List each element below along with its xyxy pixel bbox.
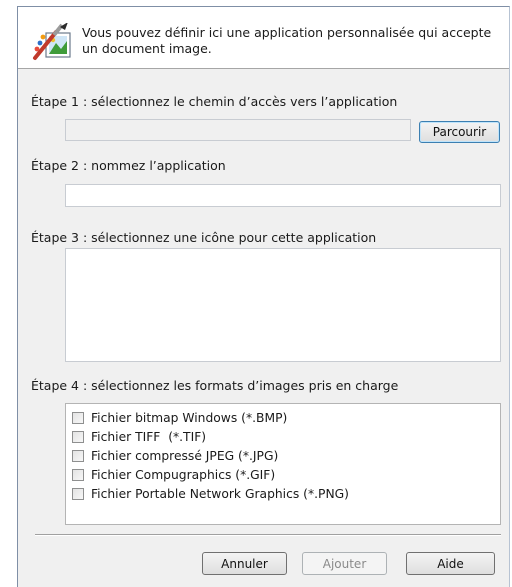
application-path-input: [66, 120, 410, 140]
format-checkbox[interactable]: [72, 411, 84, 424]
format-label: Fichier bitmap Windows (*.BMP): [91, 410, 288, 425]
format-item-gif[interactable]: Fichier Compugraphics (*.GIF): [66, 465, 500, 484]
format-checkbox[interactable]: [72, 487, 84, 500]
icon-selection-list[interactable]: [65, 248, 501, 362]
format-label: Fichier Portable Network Graphics (*.PNG…: [91, 486, 349, 501]
application-path-field: [65, 119, 411, 141]
dialog-window: Vous pouvez définir ici une application …: [17, 6, 510, 587]
application-name-field[interactable]: [65, 184, 501, 207]
format-checkbox[interactable]: [72, 449, 84, 462]
paint-brush-app-icon: [32, 22, 72, 61]
cancel-button[interactable]: Annuler: [202, 552, 287, 575]
help-button[interactable]: Aide: [406, 552, 495, 575]
format-label: Fichier Compugraphics (*.GIF): [91, 467, 276, 482]
format-checkbox[interactable]: [72, 430, 84, 443]
format-item-tif[interactable]: Fichier TIFF (*.TIF): [66, 427, 500, 446]
header-description: Vous pouvez définir ici une application …: [82, 25, 492, 56]
format-item-jpg[interactable]: Fichier compressé JPEG (*.JPG): [66, 446, 500, 465]
formats-list: Fichier bitmap Windows (*.BMP) Fichier T…: [65, 403, 501, 525]
format-checkbox[interactable]: [72, 468, 84, 481]
browse-button[interactable]: Parcourir: [419, 121, 500, 143]
step2-label: Étape 2 : nommez l’application: [31, 158, 226, 173]
format-label: Fichier compressé JPEG (*.JPG): [91, 448, 279, 463]
add-button[interactable]: Ajouter: [302, 552, 387, 575]
footer-separator: [35, 534, 501, 536]
format-item-bmp[interactable]: Fichier bitmap Windows (*.BMP): [66, 408, 500, 427]
format-label: Fichier TIFF (*.TIF): [91, 429, 207, 444]
step3-label: Étape 3 : sélectionnez une icône pour ce…: [31, 230, 377, 245]
dialog-header: Vous pouvez définir ici une application …: [18, 7, 509, 69]
step4-label: Étape 4 : sélectionnez les formats d’ima…: [31, 378, 399, 393]
application-name-input[interactable]: [66, 185, 500, 206]
format-item-png[interactable]: Fichier Portable Network Graphics (*.PNG…: [66, 484, 500, 503]
step1-label: Étape 1 : sélectionnez le chemin d’accès…: [31, 94, 398, 109]
